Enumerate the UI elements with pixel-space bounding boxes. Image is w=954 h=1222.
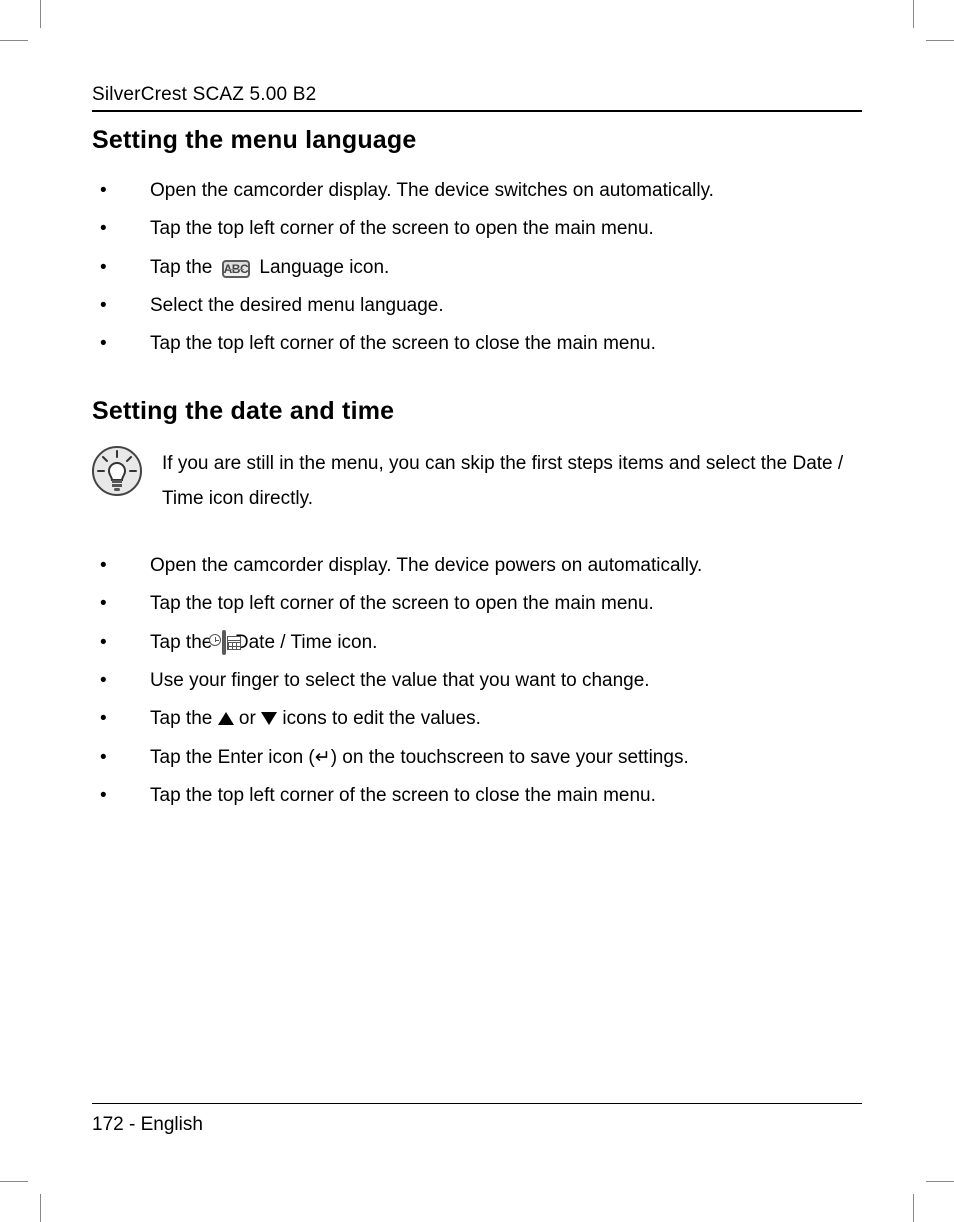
list-item: Open the camcorder display. The device p… (92, 550, 862, 582)
document-page: SilverCrest SCAZ 5.00 B2 Setting the men… (0, 0, 954, 1222)
abc-icon: ABC (222, 260, 251, 278)
text-fragment: Language icon. (259, 257, 389, 278)
text-fragment: or (239, 708, 261, 729)
calendar-clock-icon (222, 630, 226, 655)
lightbulb-icon (92, 446, 142, 496)
triangle-down-icon (261, 712, 277, 725)
crop-mark (926, 40, 954, 41)
text-fragment: Tap the (150, 708, 218, 729)
text-fragment: icons to edit the values. (282, 708, 481, 729)
tip-callout: If you are still in the menu, you can sk… (92, 446, 862, 516)
bullet-list-datetime: Open the camcorder display. The device p… (92, 550, 862, 812)
list-item: Open the camcorder display. The device s… (92, 175, 862, 207)
list-item: Tap the top left corner of the screen to… (92, 328, 862, 360)
list-item: Tap the top left corner of the screen to… (92, 588, 862, 620)
crop-mark (913, 1194, 914, 1222)
text-fragment: Tap the Enter icon ( (150, 747, 315, 768)
crop-mark (0, 40, 28, 41)
triangle-up-icon (218, 712, 234, 725)
tip-text: If you are still in the menu, you can sk… (162, 446, 862, 516)
enter-icon: ↵ (315, 747, 331, 768)
crop-mark (40, 0, 41, 28)
bullet-list-language: Open the camcorder display. The device s… (92, 175, 862, 361)
list-item: Use your finger to select the value that… (92, 665, 862, 697)
section-heading-datetime: Setting the date and time (92, 397, 862, 426)
text-fragment: Date / Time icon. (235, 632, 378, 653)
text-fragment: ) on the touchscreen to save your settin… (331, 747, 689, 768)
list-item: Tap the ABC Language icon. (92, 252, 862, 284)
list-item: Tap the top left corner of the screen to… (92, 213, 862, 245)
crop-mark (0, 1181, 28, 1182)
language-icon: ABC (222, 252, 251, 284)
crop-mark (913, 0, 914, 28)
date-time-icon (222, 627, 226, 659)
list-item: Tap the Date / Time icon. (92, 627, 862, 659)
text-fragment: Tap the (150, 632, 218, 653)
list-item: Select the desired menu language. (92, 290, 862, 322)
running-header: SilverCrest SCAZ 5.00 B2 (92, 84, 862, 112)
list-item: Tap the top left corner of the screen to… (92, 780, 862, 812)
page-footer: 172 - English (92, 1103, 862, 1136)
list-item: Tap the or icons to edit the values. (92, 703, 862, 735)
page-number: 172 - English (92, 1114, 203, 1135)
crop-mark (40, 1194, 41, 1222)
text-fragment: Tap the (150, 257, 218, 278)
section-heading-language: Setting the menu language (92, 126, 862, 155)
list-item: Tap the Enter icon (↵) on the touchscree… (92, 742, 862, 774)
crop-mark (926, 1181, 954, 1182)
